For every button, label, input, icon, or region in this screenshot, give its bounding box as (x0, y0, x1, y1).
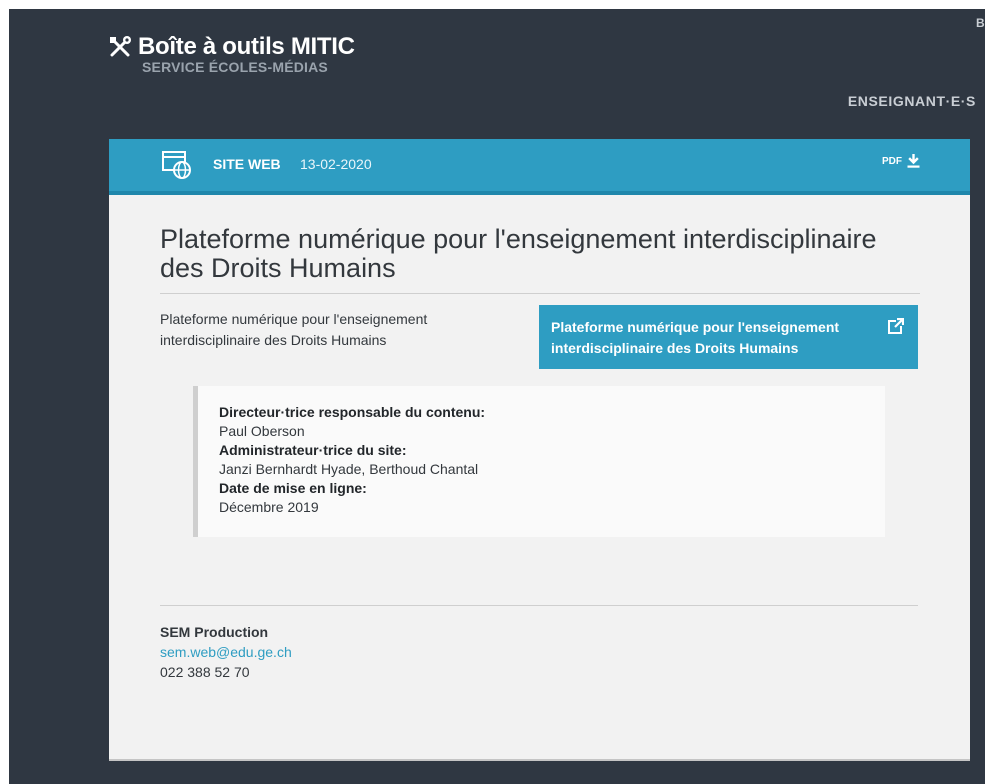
launch-date-label: Date de mise en ligne: (219, 480, 367, 496)
contact-email-link[interactable]: sem.web@edu.ge.ch (160, 642, 292, 662)
card-header: SITE WEB 13-02-2020 PDF (109, 139, 970, 195)
pdf-label: PDF (882, 155, 902, 167)
contact-phone: 022 388 52 70 (160, 664, 250, 680)
external-link-button[interactable]: Plateforme numérique pour l'enseignement… (539, 305, 918, 369)
info-box: Directeur·trice responsable du contenu: … (193, 386, 885, 537)
download-icon (907, 154, 920, 168)
nav-item-enseignants[interactable]: ENSEIGNANT·E·S (848, 93, 976, 109)
card-footer: SEM Production sem.web@edu.ge.ch 022 388… (160, 622, 292, 682)
site-title: Boîte à outils MITIC (138, 33, 355, 60)
director-label: Directeur·trice responsable du contenu: (219, 404, 486, 420)
footer-divider (160, 605, 918, 606)
resource-date: 13-02-2020 (300, 156, 372, 172)
resource-description: Plateforme numérique pour l'enseignement… (160, 311, 428, 348)
site-logo[interactable]: Boîte à outils MITIC SERVICE ÉCOLES-MÉDI… (108, 33, 355, 75)
external-link-label: Plateforme numérique pour l'enseignement… (551, 319, 840, 356)
external-link-icon (888, 318, 904, 334)
director-value: Paul Oberson (219, 423, 305, 439)
admin-label: Administrateur·trice du site: (219, 442, 407, 458)
site-subtitle: SERVICE ÉCOLES-MÉDIAS (142, 59, 328, 75)
resource-type: SITE WEB (213, 156, 281, 172)
pdf-download-button[interactable]: PDF (882, 154, 920, 168)
page-title: Plateforme numérique pour l'enseignement… (160, 225, 920, 294)
tools-icon (110, 36, 131, 57)
producer-name: SEM Production (160, 624, 269, 640)
web-globe-icon (162, 151, 191, 179)
admin-value: Janzi Bernhardt Hyade, Berthoud Chantal (219, 461, 479, 477)
launch-date-value: Décembre 2019 (219, 499, 319, 515)
resource-card: SITE WEB 13-02-2020 PDF Plateforme numér… (109, 139, 970, 759)
nav-item-truncated[interactable]: B (976, 16, 985, 30)
